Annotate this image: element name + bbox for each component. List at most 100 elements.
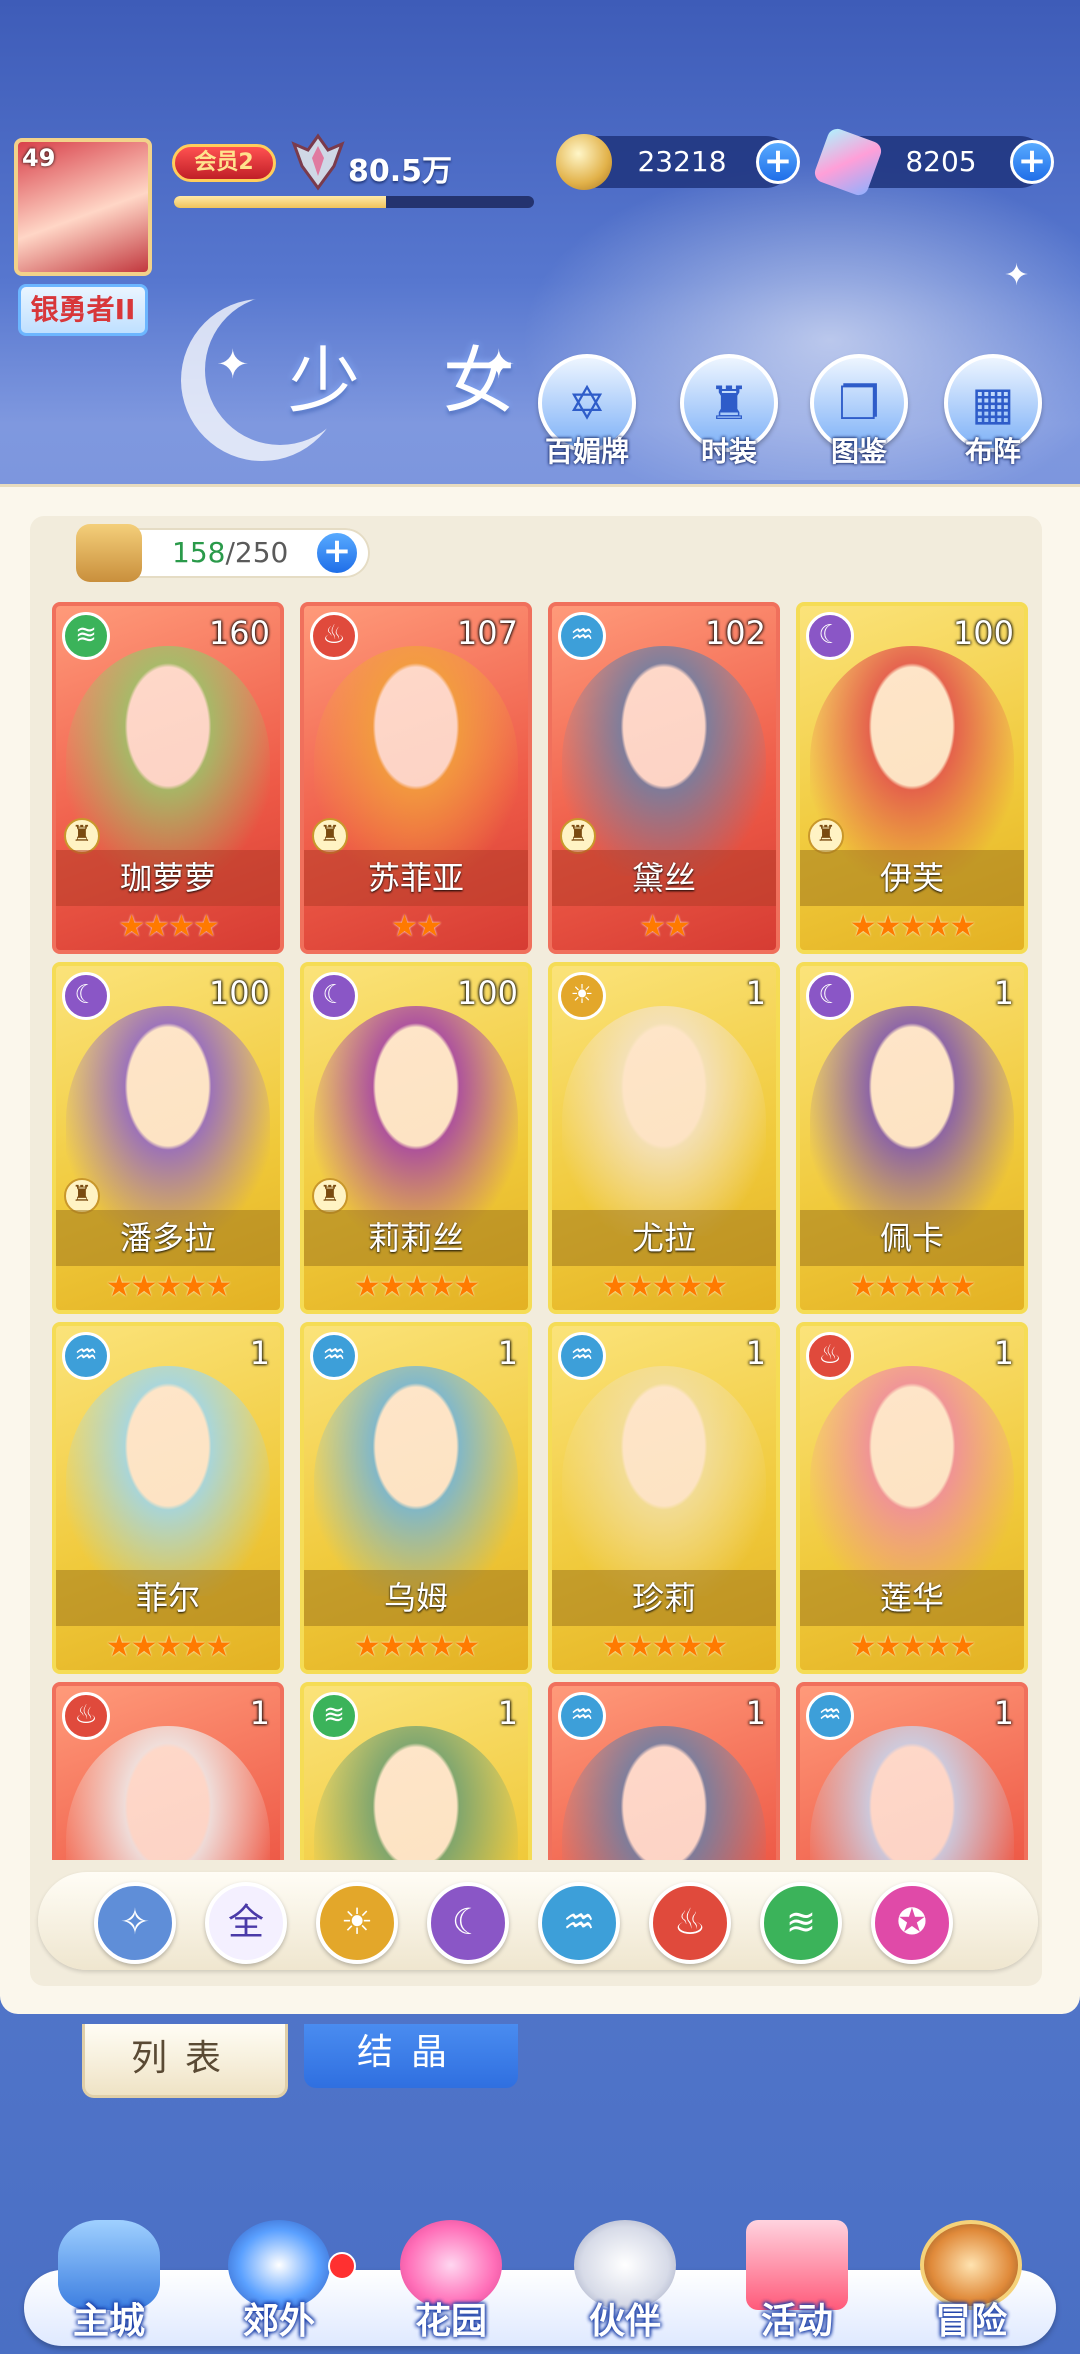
partner-level: 1 [249,1334,270,1372]
nav-main-city[interactable]: 主城 [24,2220,194,2350]
water-icon: ♒ [558,1332,606,1380]
bag-icon [76,524,142,582]
expand-bag-button[interactable]: + [314,530,360,576]
nav-outskirts[interactable]: 郊外 [194,2220,364,2350]
star-rating: ★★★★★ [601,1629,728,1664]
nav-label: 主城 [72,2301,145,2342]
bag-current: 158 [172,536,226,569]
partner-level: 100 [208,974,270,1012]
partner-card[interactable]: ♒ 1 [548,1682,780,1860]
nav-garden[interactable]: 花园 [366,2220,536,2350]
partner-card-grid: ≋ 160 ♜ 珈萝萝 ★★★★ ♨ 107 ♜ 苏菲亚 ★★ ♒ 102 ♜ 黛丝 ★★ ☾ 100 ♜ 伊芙 ★★… [52,602,1032,1860]
nav-label: 花园 [414,2301,487,2342]
nav-label: 冒险 [934,2301,1007,2342]
sparkle-icon: ✦ [216,342,250,388]
partner-card[interactable]: ♒ 1 乌姆 ★★★★★ [300,1322,532,1674]
partner-portrait [66,1726,270,1860]
partner-portrait [810,1006,1014,1236]
coin-counter: 23218 + [556,134,800,190]
partner-level: 1 [497,1694,518,1732]
partner-card[interactable]: ☾ 100 ♜ 莉莉丝 ★★★★★ [300,962,532,1314]
wind-icon: ≋ [62,612,110,660]
partner-card[interactable]: ≋ 160 ♜ 珈萝萝 ★★★★ [52,602,284,954]
role-chess-icon: ♜ [312,818,348,854]
partner-card[interactable]: ♨ 1 莲华 ★★★★★ [796,1322,1028,1674]
partner-level: 107 [456,614,518,652]
sun-icon: ☀ [558,972,606,1020]
fire-icon: ♨ [62,1692,110,1740]
role-chess-icon: ♜ [64,818,100,854]
partner-portrait [810,1366,1014,1596]
partner-card[interactable]: ☾ 1 佩卡 ★★★★★ [796,962,1028,1314]
star-rating: ★★★★★ [105,1629,232,1664]
star-rating: ★★★★★ [601,1269,728,1304]
player-avatar[interactable]: 49 [14,138,152,276]
partner-name: 黛丝 [552,850,776,906]
tab-list[interactable]: 列表 [82,2024,288,2098]
water-icon: ♒ [806,1692,854,1740]
nav-events[interactable]: 活动 [712,2220,882,2350]
fire-icon: ♨ [673,1902,707,1943]
function-button-cards[interactable]: ✡ 百媚牌 [532,354,642,470]
partner-name: 潘多拉 [56,1210,280,1266]
filter-star-element[interactable]: ✪ [871,1882,953,1964]
moon-icon: ☾ [806,612,854,660]
sun-icon: ☀ [340,1902,374,1943]
function-button-gallery[interactable]: ❐ 图鉴 [804,354,914,470]
partner-portrait [66,1366,270,1596]
partner-level: 1 [745,974,766,1012]
nav-label: 郊外 [242,2301,315,2342]
star-rating: ★★ [639,909,691,944]
partner-level: 1 [993,1334,1014,1372]
partner-card[interactable]: ♨ 1 [52,1682,284,1860]
add-coins-button[interactable]: + [756,140,800,184]
tab-crystal[interactable]: 结晶 [304,2024,518,2088]
coin-icon [556,134,612,190]
partner-card[interactable]: ≋ 1 [300,1682,532,1860]
power-value: 80.5万 [348,154,453,189]
partner-name: 菲尔 [56,1570,280,1626]
filter-fire[interactable]: ♨ [649,1882,731,1964]
partner-level: 1 [497,1334,518,1372]
star-rating: ★★★★★ [353,1629,480,1664]
filter-sun[interactable]: ☀ [316,1882,398,1964]
partner-card[interactable]: ☾ 100 ♜ 潘多拉 ★★★★★ [52,962,284,1314]
filter-wind[interactable]: ≋ [760,1882,842,1964]
role-chess-icon: ♜ [560,818,596,854]
notification-badge [328,2252,356,2280]
star-rating: ★★★★★ [849,909,976,944]
wind-icon: ≋ [310,1692,358,1740]
nav-partner[interactable]: 伙伴 [540,2220,710,2350]
vip-badge[interactable]: 会员2 [172,144,276,182]
water-icon: ♒ [310,1332,358,1380]
partner-card[interactable]: ♒ 102 ♜ 黛丝 ★★ [548,602,780,954]
partner-card[interactable]: ♒ 1 菲尔 ★★★★★ [52,1322,284,1674]
partner-name: 莲华 [800,1570,1024,1626]
bag-capacity: 158/250 + [76,524,370,582]
rank-title: 银勇者II [18,284,148,336]
partner-level: 1 [745,1694,766,1732]
bag-capacity-text: 158/250 [172,536,288,569]
filter-water[interactable]: ♒ [538,1882,620,1964]
partner-card[interactable]: ♒ 1 [796,1682,1028,1860]
partner-card[interactable]: ♒ 1 珍莉 ★★★★★ [548,1322,780,1674]
filter-all[interactable]: 全 [205,1882,287,1964]
function-label: 布阵 [964,435,1021,468]
role-chess-icon: ♜ [312,1178,348,1214]
star-rating: ★★★★ [118,909,220,944]
power-crest-icon [291,133,345,191]
add-gems-button[interactable]: + [1010,140,1054,184]
partner-card[interactable]: ☾ 100 ♜ 伊芙 ★★★★★ [796,602,1028,954]
bag-max: /250 [225,536,289,569]
filter-all-type[interactable]: ✧ [94,1882,176,1964]
function-button-formation[interactable]: ▦ 布阵 [938,354,1048,470]
exp-bar [174,196,534,208]
function-button-outfit[interactable]: ♜ 时装 [674,354,784,470]
sparkle-icon: ✦ [1004,258,1030,293]
nav-adventure[interactable]: 冒险 [886,2220,1056,2350]
nav-label: 伙伴 [588,2301,661,2342]
fire-icon: ♨ [806,1332,854,1380]
partner-card[interactable]: ♨ 107 ♜ 苏菲亚 ★★ [300,602,532,954]
partner-card[interactable]: ☀ 1 尤拉 ★★★★★ [548,962,780,1314]
filter-moon[interactable]: ☾ [427,1882,509,1964]
